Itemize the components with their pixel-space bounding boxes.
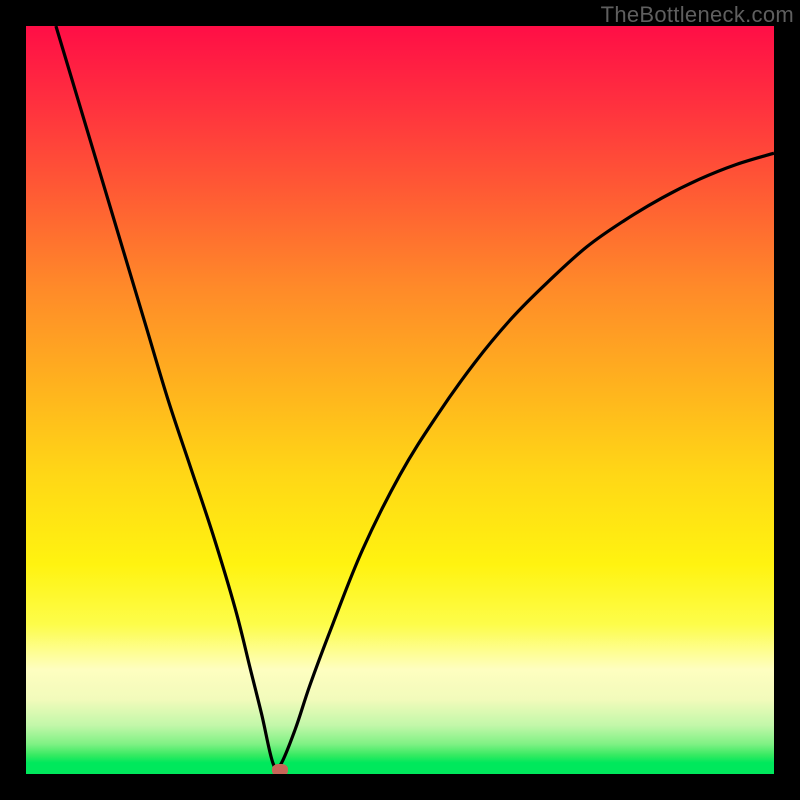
curve-layer (26, 26, 774, 774)
watermark-label: TheBottleneck.com (601, 2, 794, 28)
plot-area (26, 26, 774, 774)
chart-container: TheBottleneck.com (0, 0, 800, 800)
bottleneck-curve (56, 26, 774, 770)
optimal-point-marker (272, 764, 288, 774)
